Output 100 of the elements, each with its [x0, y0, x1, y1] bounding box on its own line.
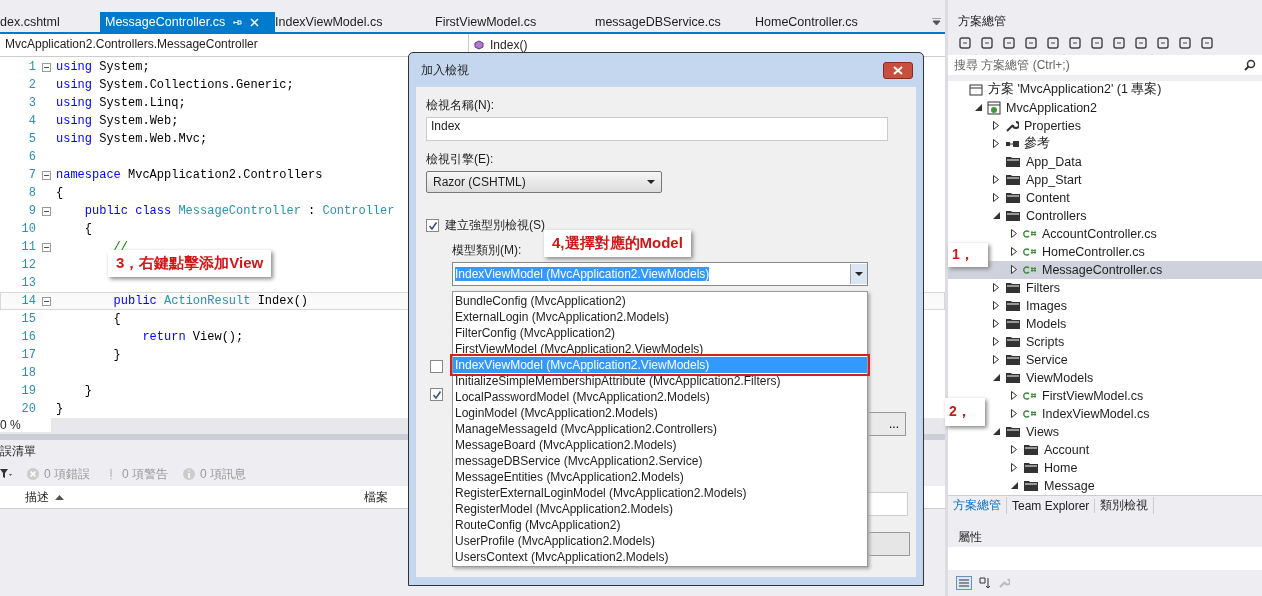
dropdown-option[interactable]: UserProfile (MvcApplication2.Models) [453, 533, 867, 549]
toolbar-icon[interactable] [1024, 36, 1038, 51]
toolbar-icon[interactable] [980, 36, 994, 51]
dropdown-option[interactable]: FirstViewModel (MvcApplication2.ViewModels) [453, 341, 867, 357]
search-icon[interactable] [1244, 58, 1256, 71]
collapsed-arrow-icon[interactable] [993, 121, 999, 131]
file-tab[interactable]: dex.cshtml [0, 12, 100, 32]
collapsed-arrow-icon[interactable] [993, 175, 999, 185]
search-field[interactable]: 搜尋 方案總管 (Ctrl+;) [948, 54, 1262, 75]
categorized-icon[interactable] [956, 575, 972, 590]
tree-item[interactable]: ViewModels [948, 368, 1262, 387]
dropdown-option[interactable]: MessageBoard (MvcApplication2.Models) [453, 437, 867, 453]
close-button[interactable] [883, 61, 913, 79]
dropdown-option[interactable]: messageDBService (MvcApplication2.Service) [453, 453, 867, 469]
toolbar-icon[interactable] [1112, 36, 1126, 51]
dropdown-option[interactable]: LocalPasswordModel (MvcApplication2.Models) [453, 389, 867, 405]
checkbox[interactable] [430, 388, 443, 401]
tree-item[interactable]: AccountController.cs [948, 224, 1262, 243]
collapsed-arrow-icon[interactable] [1011, 229, 1017, 239]
collapsed-arrow-icon[interactable] [1011, 391, 1017, 401]
collapsed-arrow-icon[interactable] [1011, 445, 1017, 455]
panel-tab[interactable]: Team Explorer [1007, 498, 1096, 513]
toolbar-icon[interactable] [1134, 36, 1148, 51]
collapse-icon[interactable] [41, 206, 51, 216]
toolbar-icon[interactable] [1046, 36, 1060, 51]
file-tab[interactable]: FirstViewModel.cs [435, 12, 595, 32]
tree-item[interactable]: Properties [948, 116, 1262, 135]
tree-item[interactable]: 方案 'MvcApplication2' (1 專案) [948, 80, 1262, 99]
tree-item[interactable]: Service [948, 350, 1262, 369]
collapsed-arrow-icon[interactable] [993, 355, 999, 365]
file-tab[interactable]: IndexViewModel.cs [275, 12, 435, 32]
collapsed-arrow-icon[interactable] [1011, 463, 1017, 473]
collapse-icon[interactable] [41, 242, 51, 252]
tree-item[interactable]: Images [948, 296, 1262, 315]
tree-item[interactable]: Filters [948, 278, 1262, 297]
panel-tab[interactable]: 方案總管 [948, 497, 1007, 515]
file-tab[interactable]: HomeController.cs [755, 12, 915, 32]
collapsed-arrow-icon[interactable] [993, 283, 999, 293]
engine-dropdown[interactable]: Razor (CSHTML) [426, 171, 662, 193]
pin-icon[interactable] [233, 17, 243, 27]
dropdown-option[interactable]: RegisterExternalLoginModel (MvcApplication2.Models) [453, 485, 867, 501]
info-icon [182, 467, 197, 481]
zoom-level[interactable]: 0 % [0, 418, 51, 432]
close-icon[interactable] [250, 17, 260, 27]
collapsed-arrow-icon[interactable] [1011, 265, 1017, 275]
file-tab[interactable]: messageDBService.cs [595, 12, 755, 32]
toolbar-icon[interactable] [1156, 36, 1170, 51]
toolbar-icon[interactable] [1090, 36, 1104, 51]
panel-tab[interactable]: 類別檢視 [1095, 497, 1155, 515]
collapsed-arrow-icon[interactable] [993, 337, 999, 347]
collapsed-arrow-icon[interactable] [1011, 409, 1017, 419]
tree-item[interactable]: Message [948, 476, 1262, 495]
tree-item[interactable]: Account [948, 440, 1262, 459]
expanded-arrow-icon[interactable] [1010, 482, 1018, 490]
file-tab[interactable]: MessageController.cs [100, 12, 275, 32]
column-header[interactable]: 檔案 [364, 488, 388, 506]
collapse-icon[interactable] [41, 296, 51, 306]
collapse-icon[interactable] [41, 170, 51, 180]
collapse-icon[interactable] [41, 62, 51, 72]
expanded-arrow-icon[interactable] [992, 374, 1000, 382]
toolbar-icon[interactable] [1178, 36, 1192, 51]
dropdown-icon[interactable] [932, 18, 941, 26]
column-header[interactable]: 描述 [25, 488, 49, 506]
expanded-arrow-icon[interactable] [992, 428, 1000, 436]
collapsed-arrow-icon[interactable] [993, 301, 999, 311]
tree-item[interactable]: MvcApplication2 [948, 98, 1262, 117]
collapsed-arrow-icon[interactable] [1011, 247, 1017, 257]
dropdown-option[interactable]: FilterConfig (MvcApplication2) [453, 325, 867, 341]
dropdown-option[interactable]: MessageEntities (MvcApplication2.Models) [453, 469, 867, 485]
toolbar-icon[interactable] [958, 36, 972, 51]
tree-item[interactable]: Content [948, 188, 1262, 207]
toolbar-icon[interactable] [1200, 36, 1214, 51]
checkbox[interactable] [430, 360, 443, 373]
tree-item[interactable]: App_Start [948, 170, 1262, 189]
dropdown-option[interactable]: RegisterModel (MvcApplication2.Models) [453, 501, 867, 517]
filter-icon[interactable] [0, 469, 12, 479]
checkbox[interactable] [426, 219, 439, 232]
collapsed-arrow-icon[interactable] [993, 193, 999, 203]
dropdown-option[interactable]: BundleConfig (MvcApplication2) [453, 293, 867, 309]
toolbar-icon[interactable] [1002, 36, 1016, 51]
dropdown-option[interactable]: UsersContext (MvcApplication2.Models) [453, 549, 867, 565]
expanded-arrow-icon[interactable] [992, 212, 1000, 220]
dropdown-option[interactable]: InitializeSimpleMembershipAttribute (MvcApplication2.Filters) [453, 373, 867, 389]
collapsed-arrow-icon[interactable] [993, 319, 999, 329]
member-dropdown[interactable]: Index() [490, 38, 528, 52]
tree-item[interactable]: Home [948, 458, 1262, 477]
tree-item[interactable]: 參考 [948, 134, 1262, 153]
dropdown-option[interactable]: RouteConfig (MvcApplication2) [453, 517, 867, 533]
collapsed-arrow-icon[interactable] [993, 139, 999, 149]
tree-item[interactable]: Models [948, 314, 1262, 333]
tree-item[interactable]: Scripts [948, 332, 1262, 351]
tree-item[interactable]: Controllers [948, 206, 1262, 225]
tree-item[interactable]: App_Data [948, 152, 1262, 171]
expanded-arrow-icon[interactable] [974, 104, 982, 112]
tree-item[interactable]: MessageController.cs [948, 260, 1262, 279]
dropdown-option[interactable]: ExternalLogin (MvcApplication2.Models) [453, 309, 867, 325]
view-name-field[interactable]: Index [426, 117, 888, 141]
code-line: { [112, 312, 121, 326]
toolbar-icon[interactable] [1068, 36, 1082, 51]
sort-alpha-icon[interactable] [978, 575, 992, 590]
